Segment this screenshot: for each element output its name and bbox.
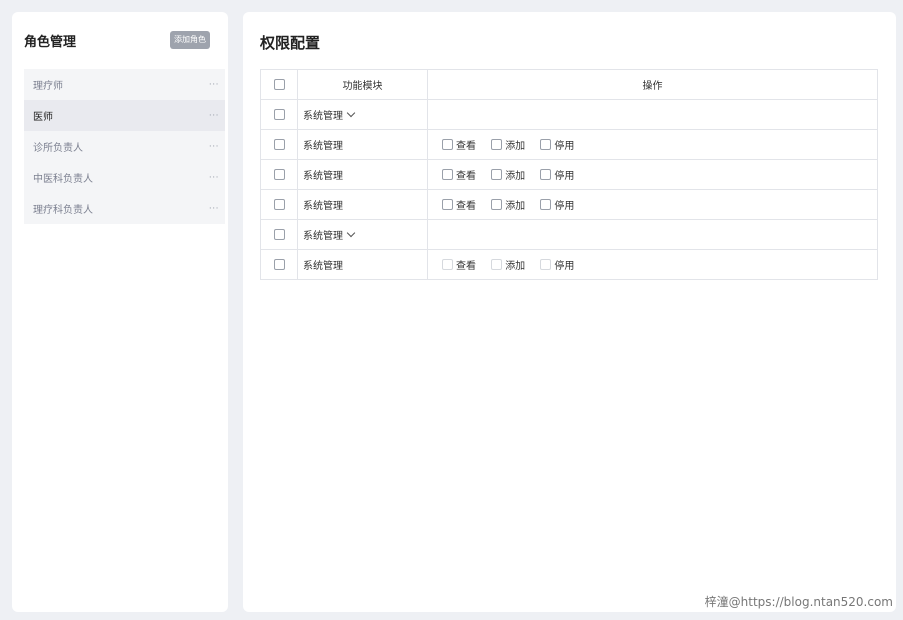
row-checkbox[interactable] [273, 228, 285, 240]
table-row: 系统管理 [260, 99, 878, 130]
view-checkbox[interactable] [442, 198, 453, 210]
row-checkbox[interactable] [273, 168, 285, 180]
add-role-button[interactable]: 添加角色 [170, 31, 210, 49]
view-checkbox[interactable] [442, 258, 453, 270]
module-name: 系统管理 [303, 201, 343, 212]
row-checkbox[interactable] [273, 108, 285, 120]
add-label: 添加 [505, 200, 526, 212]
module-name: 系统管理 [303, 141, 343, 152]
disable-checkbox[interactable] [540, 198, 552, 210]
role-item-label: 理疗科负责人 [33, 205, 93, 216]
permission-config-panel: 权限配置 功能模块 操作 系统管理 系统管理 查看 添加 停用 系统管理 查看 [243, 12, 896, 612]
view-label: 查看 [456, 260, 476, 272]
role-list: 理疗师 ··· 医师 ··· 诊所负责人 ··· 中医科负责人 ··· 理疗科负… [24, 69, 225, 224]
role-item-label: 诊所负责人 [33, 143, 83, 154]
table-row: 系统管理 查看 添加 停用 [260, 129, 878, 160]
disable-label: 停用 [554, 170, 575, 182]
more-icon[interactable]: ··· [209, 173, 219, 183]
more-icon[interactable]: ··· [209, 111, 219, 121]
select-all-checkbox[interactable] [273, 78, 285, 90]
page-title: 权限配置 [260, 34, 321, 52]
disable-label: 停用 [554, 260, 575, 272]
table-row: 系统管理 查看 添加 停用 [260, 189, 878, 220]
table-header-row: 功能模块 操作 [260, 69, 878, 100]
add-label: 添加 [505, 170, 526, 182]
chevron-down-icon[interactable] [346, 108, 356, 118]
operation-cell [427, 99, 878, 130]
module-name: 系统管理 [303, 261, 343, 272]
role-item-tcm-head[interactable]: 中医科负责人 ··· [24, 162, 225, 193]
permission-table: 功能模块 操作 系统管理 系统管理 查看 添加 停用 系统管理 查看 添加 停用 [260, 69, 878, 280]
disable-checkbox[interactable] [540, 168, 552, 180]
module-name: 系统管理 [303, 111, 343, 122]
column-header-module: 功能模块 [297, 69, 428, 100]
module-name: 系统管理 [303, 171, 343, 182]
disable-label: 停用 [554, 140, 575, 152]
disable-checkbox[interactable] [540, 138, 552, 150]
table-row: 系统管理 查看 添加 停用 [260, 249, 878, 280]
add-checkbox[interactable] [491, 138, 503, 150]
row-checkbox[interactable] [273, 198, 285, 210]
more-icon[interactable]: ··· [209, 204, 219, 214]
add-checkbox[interactable] [491, 168, 503, 180]
row-checkbox[interactable] [273, 258, 285, 270]
role-item-physician[interactable]: 医师 ··· [24, 100, 225, 131]
role-panel-title: 角色管理 [24, 34, 77, 50]
operation-cell [427, 219, 878, 250]
role-item-label: 理疗师 [33, 81, 63, 92]
add-label: 添加 [505, 260, 526, 272]
view-checkbox[interactable] [442, 138, 453, 150]
disable-checkbox[interactable] [540, 258, 552, 270]
add-checkbox[interactable] [491, 198, 503, 210]
watermark-text: 梓潼@https://blog.ntan520.com [704, 595, 893, 609]
view-label: 查看 [456, 170, 476, 182]
chevron-down-icon[interactable] [346, 228, 356, 238]
role-panel-header: 角色管理 添加角色 [24, 30, 210, 50]
row-checkbox[interactable] [273, 138, 285, 150]
view-checkbox[interactable] [442, 168, 453, 180]
view-label: 查看 [456, 140, 476, 152]
disable-label: 停用 [554, 200, 575, 212]
role-item-therapist[interactable]: 理疗师 ··· [24, 69, 225, 100]
add-label: 添加 [505, 140, 526, 152]
view-label: 查看 [456, 200, 476, 212]
column-header-operation: 操作 [427, 69, 878, 100]
more-icon[interactable]: ··· [209, 142, 219, 152]
role-management-panel: 角色管理 添加角色 理疗师 ··· 医师 ··· 诊所负责人 ··· 中医科负责… [12, 12, 228, 612]
role-item-clinic-head[interactable]: 诊所负责人 ··· [24, 131, 225, 162]
role-item-physio-head[interactable]: 理疗科负责人 ··· [24, 193, 225, 224]
role-item-label: 医师 [33, 112, 53, 123]
module-name: 系统管理 [303, 231, 343, 242]
more-icon[interactable]: ··· [209, 80, 219, 90]
table-row: 系统管理 [260, 219, 878, 250]
add-checkbox[interactable] [491, 258, 503, 270]
role-item-label: 中医科负责人 [33, 174, 93, 185]
table-row: 系统管理 查看 添加 停用 [260, 159, 878, 190]
